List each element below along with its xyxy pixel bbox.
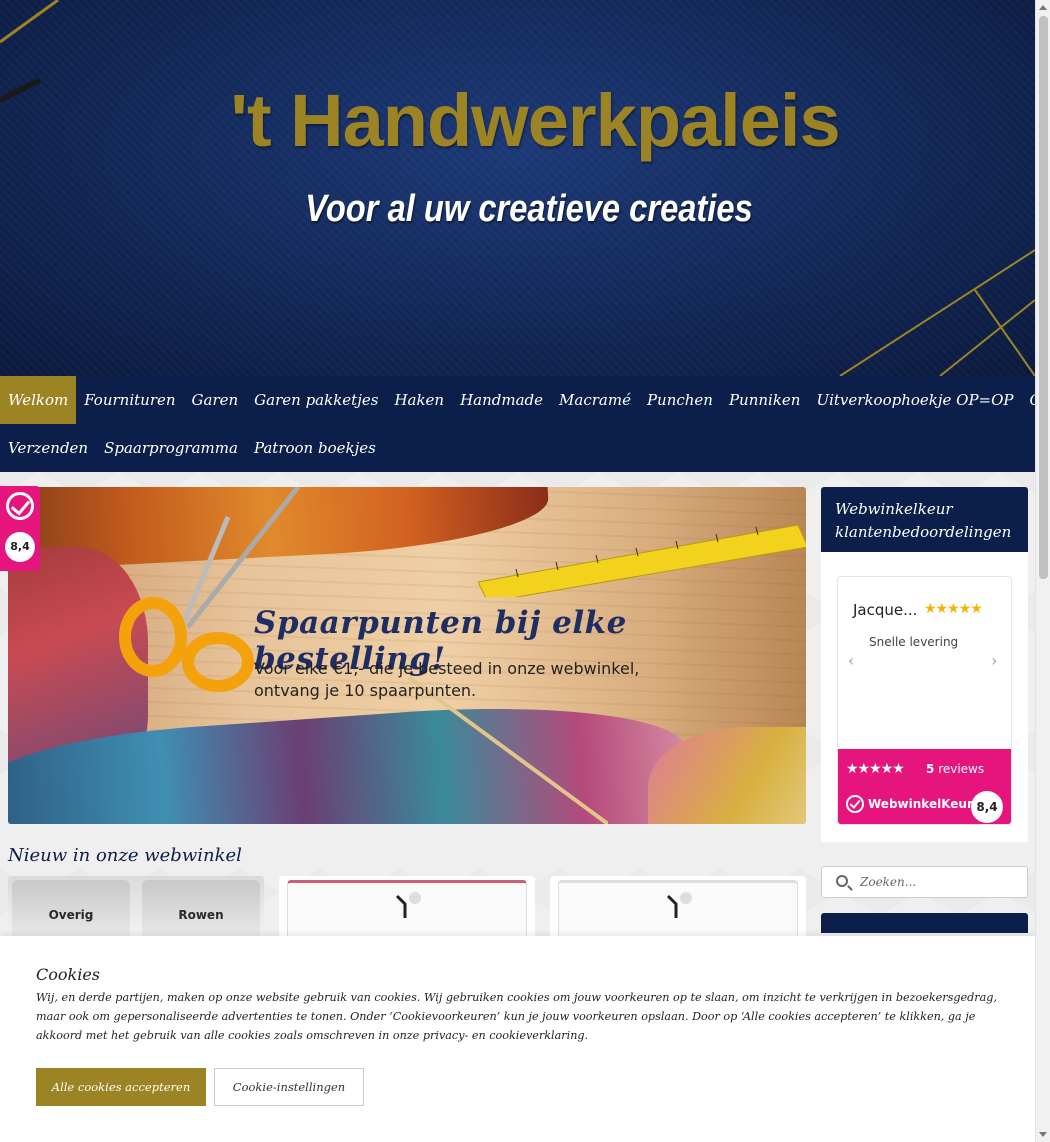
summary-score: 8,4: [971, 791, 1003, 823]
cookie-settings-button[interactable]: Cookie-instellingen: [214, 1068, 364, 1106]
webwinkelkeur-brand: WebwinkelKeur: [868, 797, 973, 811]
measuring-tape-icon: [478, 524, 806, 597]
product-card[interactable]: [550, 876, 806, 936]
nav-item-haken[interactable]: Haken: [386, 376, 452, 424]
webwinkelkeur-check-icon: [846, 795, 864, 813]
hero-text-line-1: Voor elke €1,- die je besteed in onze we…: [254, 659, 640, 678]
brand-logo-icon: [666, 892, 692, 918]
nav-item-garen[interactable]: Garen: [184, 376, 247, 424]
nav-row-2: Verzenden Spaarprogramma Patroon boekjes: [0, 424, 384, 472]
review-card: Jacque... ★★★★★ Snelle levering ‹ › ★★★★…: [837, 576, 1012, 825]
header-banner: 't Handwerkpaleis Voor al uw creatieve c…: [0, 0, 1035, 376]
nav-item-garen-pakketjes[interactable]: Garen pakketjes: [246, 376, 386, 424]
side-badge-score: 8,4: [5, 532, 35, 562]
reviewer-name: Jacque...: [853, 601, 918, 619]
main-nav: Welkom Fournituren Garen Garen pakketjes…: [0, 376, 1050, 472]
product-card[interactable]: [279, 876, 535, 936]
product-jar: Overig: [12, 880, 130, 936]
nav-item-macrame[interactable]: Macramé: [551, 376, 639, 424]
nav-row-1: Welkom Fournituren Garen Garen pakketjes…: [0, 376, 1050, 424]
new-products-title: Nieuw in onze webwinkel: [8, 845, 242, 866]
nav-item-handmade[interactable]: Handmade: [452, 376, 551, 424]
nav-item-verzenden[interactable]: Verzenden: [0, 424, 96, 472]
search-input[interactable]: [860, 872, 1020, 892]
review-stars: ★★★★★: [924, 601, 983, 617]
review-prev-button[interactable]: ‹: [848, 651, 854, 670]
nav-item-spaarprogramma[interactable]: Spaarprogramma: [96, 424, 246, 472]
nav-item-fournituren[interactable]: Fournituren: [76, 376, 183, 424]
search-box: [821, 866, 1028, 898]
nav-item-punniken[interactable]: Punniken: [721, 376, 809, 424]
cookie-text: Wij, en derde partijen, maken op onze we…: [36, 991, 998, 1042]
review-count: 5 reviews: [926, 762, 984, 776]
webwinkelkeur-logo: WebwinkelKeur: [846, 795, 973, 813]
scroll-down-arrow-icon[interactable]: [1039, 1132, 1047, 1137]
site-title: 't Handwerkpaleis: [230, 79, 840, 162]
nav-item-welkom[interactable]: Welkom: [0, 376, 77, 424]
search-icon: [836, 875, 848, 887]
product-jar: Rowen: [142, 880, 260, 936]
webwinkelkeur-side-badge[interactable]: 8,4: [0, 486, 40, 571]
nav-item-uitverkoophoekje[interactable]: Uitverkoophoekje OP=OP: [808, 376, 1021, 424]
jar-label: Rowen: [178, 908, 224, 922]
hero-banner[interactable]: Spaarpunten bij elke bestelling! Voor el…: [8, 487, 806, 824]
accept-all-cookies-button[interactable]: Alle cookies accepteren: [36, 1068, 206, 1106]
review-count-number: 5: [926, 762, 935, 776]
webwinkelkeur-check-icon: [6, 492, 34, 520]
site-subtitle: Voor al uw creatieve creaties: [305, 188, 753, 230]
product-card[interactable]: Overig Rowen: [8, 876, 264, 936]
nav-item-punchen[interactable]: Punchen: [639, 376, 721, 424]
reviews-widget-title: Webwinkelkeur klantenbedoordelingen: [821, 487, 1028, 552]
review-next-button[interactable]: ›: [991, 651, 997, 670]
nav-item-patroon-boekjes[interactable]: Patroon boekjes: [246, 424, 384, 472]
hero-text-line-2: ontvang je 10 spaarpunten.: [254, 681, 477, 700]
cookie-banner: Cookies Wij, en derde partijen, maken op…: [0, 936, 1035, 1142]
review-comment: Snelle levering: [869, 635, 959, 649]
sidebar-block-header: [821, 913, 1028, 933]
review-count-label: reviews: [938, 762, 985, 776]
scrollbar-thumb[interactable]: [1039, 16, 1048, 579]
reviews-summary[interactable]: ★★★★★ 5 reviews WebwinkelKeur 8,4: [838, 749, 1011, 824]
summary-stars: ★★★★★: [846, 761, 905, 777]
cookie-title: Cookies: [36, 965, 100, 984]
page-scrollbar[interactable]: [1035, 0, 1050, 1142]
brand-logo-icon: [395, 892, 421, 918]
scroll-up-arrow-icon[interactable]: [1039, 5, 1047, 10]
jar-label: Overig: [48, 908, 94, 922]
